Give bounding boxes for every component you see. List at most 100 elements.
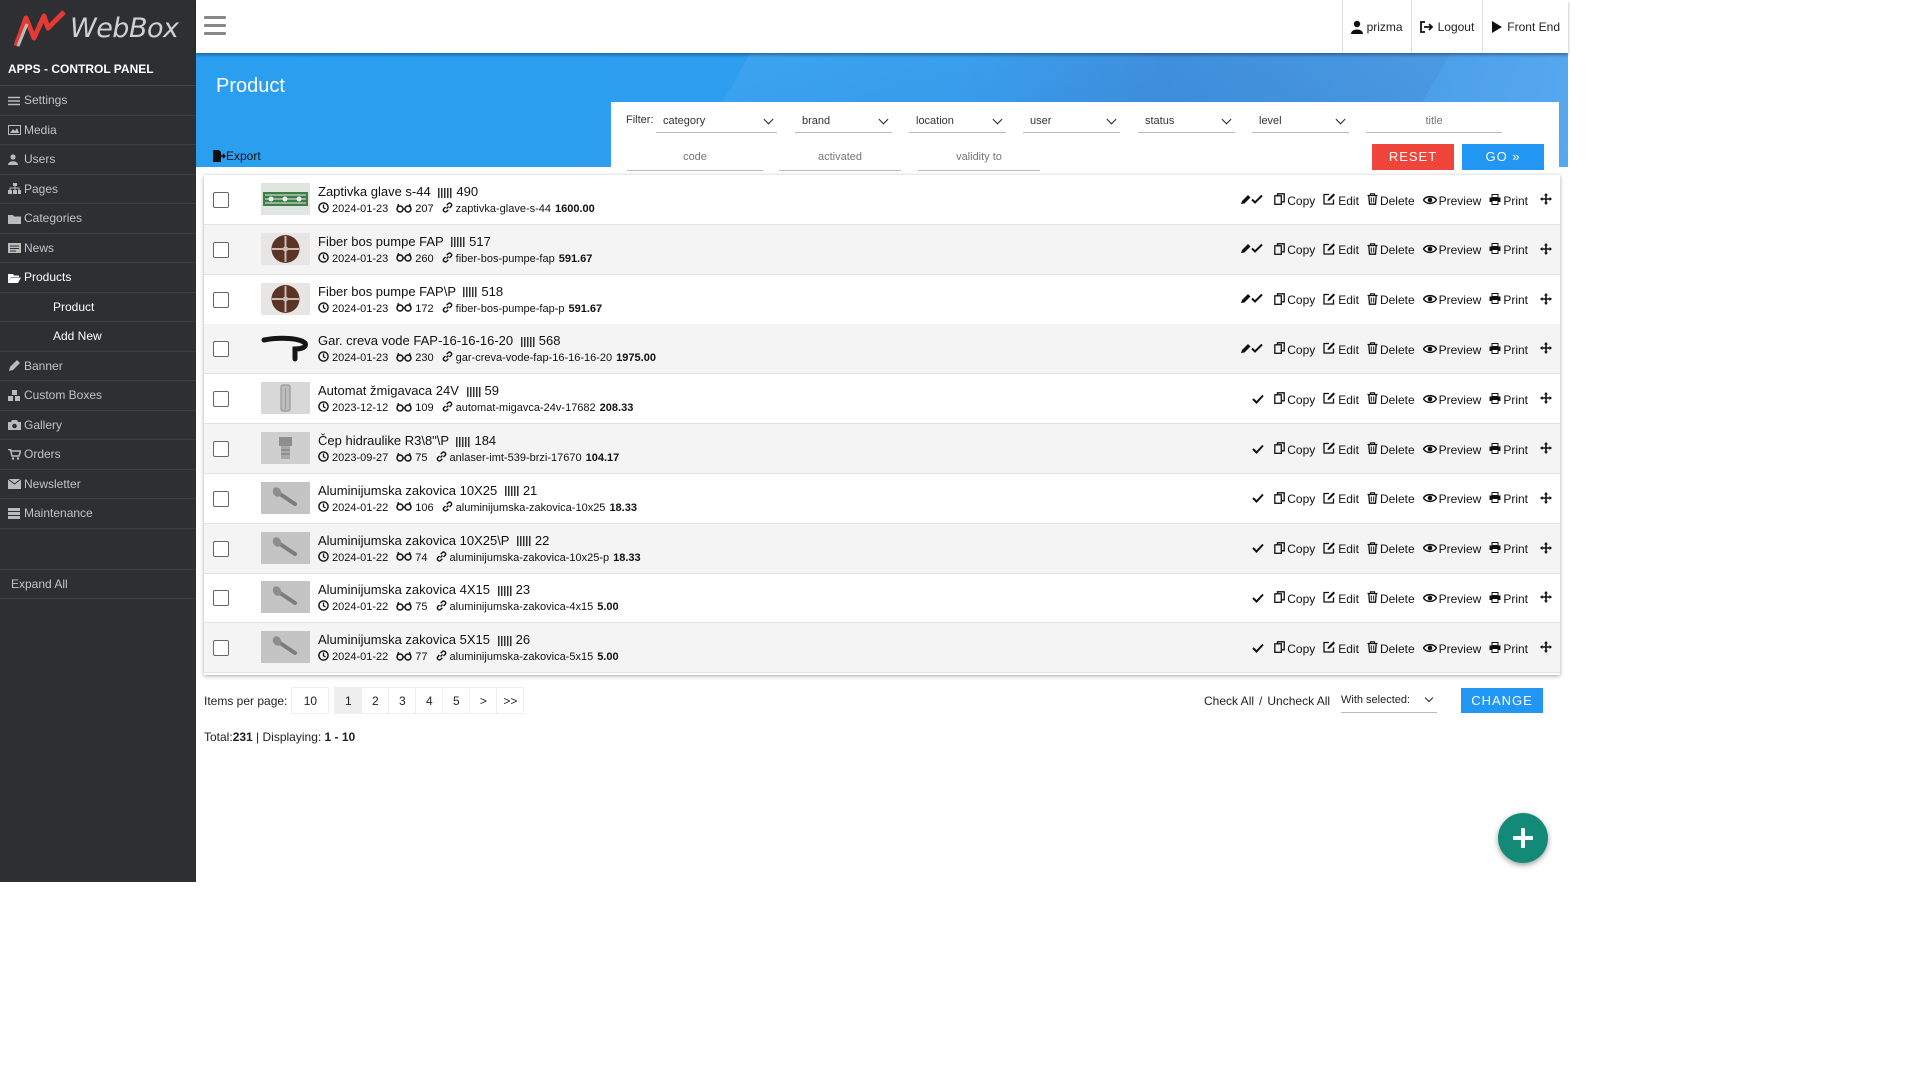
row-checkbox[interactable]: [213, 341, 229, 358]
drag-handle[interactable]: [1540, 591, 1554, 606]
preview-button[interactable]: Preview: [1422, 592, 1481, 606]
edit-button[interactable]: Edit: [1323, 293, 1359, 308]
drag-handle[interactable]: [1540, 193, 1554, 208]
hamburger-menu-icon[interactable]: [204, 16, 226, 36]
print-button[interactable]: Print: [1489, 243, 1528, 257]
status-toggle[interactable]: [1252, 393, 1266, 407]
sidebar-item-gallery[interactable]: Gallery: [0, 411, 196, 440]
copy-button[interactable]: Copy: [1274, 442, 1315, 457]
print-button[interactable]: Print: [1489, 591, 1528, 606]
delete-button[interactable]: Delete: [1367, 292, 1415, 308]
row-checkbox[interactable]: [213, 590, 229, 607]
export-button[interactable]: Export: [212, 149, 261, 163]
sidebar-item-users[interactable]: Users: [0, 145, 196, 175]
drag-handle[interactable]: [1540, 641, 1554, 656]
product-title-line[interactable]: Aluminijumska zakovica 5X15 26: [318, 632, 530, 647]
row-checkbox[interactable]: [213, 192, 229, 208]
copy-button[interactable]: Copy: [1274, 591, 1315, 606]
table-row[interactable]: Gar. creva vode FAP-16-16-16-20 568 2024…: [204, 324, 1560, 375]
validity-to-input[interactable]: validity to: [918, 147, 1040, 171]
status-toggle[interactable]: [1240, 293, 1266, 307]
product-thumbnail[interactable]: [261, 432, 310, 464]
brand-select[interactable]: brand: [795, 109, 892, 133]
drag-handle[interactable]: [1540, 292, 1554, 308]
drag-handle[interactable]: [1540, 541, 1554, 557]
edit-button[interactable]: Edit: [1323, 591, 1359, 606]
copy-button[interactable]: Copy: [1274, 342, 1315, 357]
product-thumbnail[interactable]: [261, 282, 310, 315]
row-checkbox[interactable]: [213, 540, 229, 557]
sidebar-item-custom-boxes[interactable]: Custom Boxes: [0, 381, 196, 411]
edit-button[interactable]: Edit: [1323, 542, 1359, 557]
print-button[interactable]: Print: [1489, 293, 1528, 307]
add-new-fab-button[interactable]: [1498, 813, 1548, 863]
preview-button[interactable]: Preview: [1422, 393, 1481, 407]
expand-all-link[interactable]: Expand All: [0, 569, 196, 599]
table-row[interactable]: Čep hidraulike R3\8"\P 184 2023-09-27 75…: [204, 424, 1560, 474]
sidebar-item-news[interactable]: News: [0, 234, 196, 263]
drag-handle[interactable]: [1540, 342, 1554, 357]
preview-button[interactable]: Preview: [1422, 194, 1481, 208]
product-title-line[interactable]: Aluminijumska zakovica 4X15 23: [318, 582, 530, 597]
edit-button[interactable]: Edit: [1323, 492, 1359, 507]
sidebar-item-maintenance[interactable]: Maintenance: [0, 499, 196, 529]
page-link[interactable]: >>: [496, 687, 525, 714]
product-thumbnail[interactable]: [261, 332, 310, 365]
code-input[interactable]: code: [627, 147, 763, 171]
product-title-line[interactable]: Zaptivka glave s-44 490: [318, 184, 478, 199]
copy-button[interactable]: Copy: [1274, 242, 1315, 258]
sidebar-item-pages[interactable]: Pages: [0, 175, 196, 204]
edit-button[interactable]: Edit: [1323, 342, 1359, 357]
status-toggle[interactable]: [1240, 343, 1266, 357]
items-per-page-select[interactable]: 10: [291, 687, 330, 714]
table-row[interactable]: Automat žmigavaca 24V 59 2023-12-12 109 …: [204, 374, 1560, 425]
level-select[interactable]: level: [1252, 109, 1349, 133]
preview-button[interactable]: Preview: [1422, 343, 1481, 357]
product-thumbnail[interactable]: [261, 631, 310, 664]
sidebar-item-products[interactable]: Products: [0, 263, 196, 293]
category-select[interactable]: category: [656, 109, 777, 133]
sidebar-item-newsletter[interactable]: Newsletter: [0, 470, 196, 499]
product-title-line[interactable]: Čep hidraulike R3\8"\P 184: [318, 433, 496, 448]
row-checkbox[interactable]: [213, 391, 229, 408]
print-button[interactable]: Print: [1489, 492, 1528, 506]
product-thumbnail[interactable]: [261, 481, 310, 514]
copy-button[interactable]: Copy: [1274, 193, 1315, 208]
table-row[interactable]: Zaptivka glave s-44 490 2024-01-23 207 z…: [204, 175, 1560, 225]
preview-button[interactable]: Preview: [1422, 243, 1481, 257]
print-button[interactable]: Print: [1489, 392, 1528, 407]
row-checkbox[interactable]: [213, 640, 229, 657]
preview-button[interactable]: Preview: [1422, 642, 1481, 656]
print-button[interactable]: Print: [1489, 193, 1528, 208]
print-button[interactable]: Print: [1489, 542, 1528, 556]
reset-button[interactable]: RESET: [1372, 144, 1454, 170]
title-input[interactable]: title: [1366, 109, 1502, 133]
status-toggle[interactable]: [1240, 243, 1266, 257]
product-title-line[interactable]: Aluminijumska zakovica 10X25 21: [318, 483, 537, 498]
uncheck-all-link[interactable]: Uncheck All: [1267, 694, 1330, 708]
product-title-line[interactable]: Automat žmigavaca 24V 59: [318, 383, 499, 398]
product-thumbnail[interactable]: [261, 382, 310, 415]
user-menu[interactable]: prizma: [1341, 0, 1411, 53]
table-row[interactable]: Fiber bos pumpe FAP\P 518 2024-01-23 172…: [204, 275, 1560, 325]
table-row[interactable]: Fiber bos pumpe FAP 517 2024-01-23 260 f…: [204, 224, 1560, 275]
delete-button[interactable]: Delete: [1367, 242, 1415, 258]
edit-button[interactable]: Edit: [1323, 243, 1359, 258]
page-link[interactable]: 5: [442, 687, 471, 714]
location-select[interactable]: location: [909, 109, 1006, 133]
copy-button[interactable]: Copy: [1274, 491, 1315, 507]
with-selected-select[interactable]: With selected:: [1341, 689, 1437, 713]
preview-button[interactable]: Preview: [1422, 293, 1481, 307]
change-button[interactable]: CHANGE: [1461, 688, 1543, 713]
page-link[interactable]: 2: [361, 687, 390, 714]
table-row[interactable]: Aluminijumska zakovica 5X15 26 2024-01-2…: [204, 623, 1560, 674]
preview-button[interactable]: Preview: [1422, 542, 1481, 556]
copy-button[interactable]: Copy: [1274, 392, 1315, 407]
page-link[interactable]: 4: [415, 687, 444, 714]
status-toggle[interactable]: [1252, 542, 1266, 556]
print-button[interactable]: Print: [1489, 641, 1528, 656]
sidebar-item-banner[interactable]: Banner: [0, 352, 196, 381]
drag-handle[interactable]: [1540, 242, 1554, 258]
edit-button[interactable]: Edit: [1323, 641, 1359, 656]
status-toggle[interactable]: [1252, 642, 1266, 656]
